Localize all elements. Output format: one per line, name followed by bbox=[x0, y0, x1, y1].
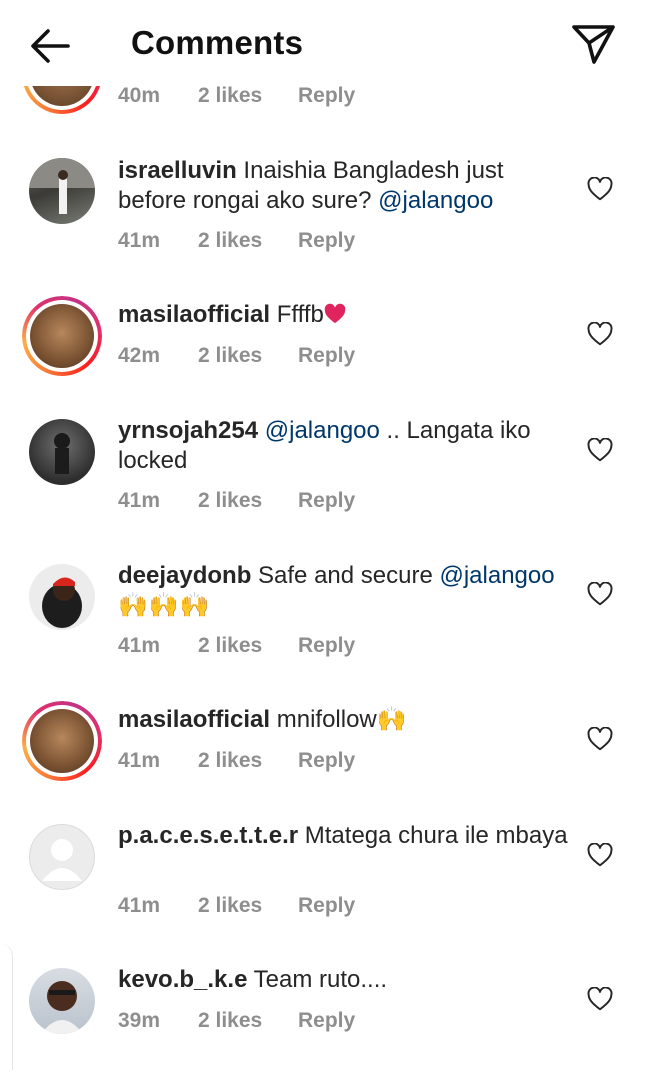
reply-button[interactable]: Reply bbox=[298, 1009, 355, 1033]
comment-meta: 41m 2 likes Reply bbox=[118, 894, 355, 918]
heart-icon[interactable] bbox=[587, 438, 613, 462]
reply-button[interactable]: Reply bbox=[298, 84, 355, 108]
comment-text: kevo.b_.k.e Team ruto.... bbox=[118, 965, 578, 995]
page-title: Comments bbox=[131, 24, 304, 61]
comment-text: masilaofficial Ffffb bbox=[118, 300, 578, 330]
comment-text: deejaydonb Safe and secure @jalangoo 🙌🙌🙌 bbox=[118, 561, 578, 621]
emoji-raised-hands: 🙌 bbox=[376, 706, 407, 733]
comment-body: Team ruto.... bbox=[247, 966, 388, 993]
comment-body: mnifollow bbox=[270, 706, 377, 733]
reply-button[interactable]: Reply bbox=[298, 489, 355, 513]
username-link[interactable]: kevo.b_.k.e bbox=[118, 966, 247, 993]
timestamp: 39m bbox=[118, 1009, 161, 1032]
reply-button[interactable]: Reply bbox=[298, 229, 355, 253]
arrow-left-icon[interactable] bbox=[26, 22, 74, 70]
heart-icon[interactable] bbox=[587, 843, 613, 867]
reply-button[interactable]: Reply bbox=[298, 344, 355, 368]
likes-count[interactable]: 2 likes bbox=[198, 84, 298, 108]
top-bar: Comments bbox=[0, 0, 651, 86]
likes-count[interactable]: 2 likes bbox=[198, 749, 298, 773]
username-link[interactable]: yrnsojah254 bbox=[118, 417, 258, 444]
heart-icon[interactable] bbox=[587, 582, 613, 606]
avatar[interactable] bbox=[29, 564, 95, 630]
avatar-photo bbox=[41, 981, 83, 1034]
edge-handle bbox=[0, 944, 13, 1070]
comment-body: Safe and secure bbox=[251, 562, 440, 589]
avatar[interactable] bbox=[29, 824, 95, 890]
emoji-raised-hands: 🙌🙌🙌 bbox=[118, 592, 211, 619]
comment-text: masilaofficial mnifollow🙌 bbox=[118, 705, 578, 735]
username-link[interactable]: deejaydonb bbox=[118, 562, 251, 589]
likes-count[interactable]: 2 likes bbox=[198, 344, 298, 368]
avatar[interactable] bbox=[29, 968, 95, 1034]
username-link[interactable]: p.a.c.e.s.e.t.t.e.r bbox=[118, 822, 298, 849]
likes-count[interactable]: 2 likes bbox=[198, 229, 298, 253]
comment-meta: 39m 2 likes Reply bbox=[118, 1009, 355, 1033]
comment-meta: 42m 2 likes Reply bbox=[118, 344, 355, 368]
username-link[interactable]: masilaofficial bbox=[118, 706, 270, 733]
default-avatar-icon bbox=[42, 839, 82, 881]
heart-icon[interactable] bbox=[587, 177, 613, 201]
comment-meta: 41m 2 likes Reply bbox=[118, 489, 355, 513]
reply-button[interactable]: Reply bbox=[298, 749, 355, 773]
mention-link[interactable]: @jalangoo bbox=[439, 562, 554, 589]
comment-text: p.a.c.e.s.e.t.t.e.r Mtatega chura ile mb… bbox=[118, 821, 578, 851]
username-link[interactable]: masilaofficial bbox=[118, 301, 270, 328]
timestamp: 42m bbox=[118, 344, 161, 367]
comment-meta: 40m 2 likes Reply bbox=[118, 84, 355, 108]
timestamp: 41m bbox=[118, 229, 161, 252]
avatar[interactable] bbox=[22, 701, 102, 781]
comment-text: yrnsojah254 @jalangoo .. Langata iko loc… bbox=[118, 416, 578, 476]
comment-text: israelluvin Inaishia Bangladesh just bef… bbox=[118, 156, 578, 216]
avatar[interactable] bbox=[29, 419, 95, 485]
reply-button[interactable]: Reply bbox=[298, 894, 355, 918]
heart-icon[interactable] bbox=[587, 987, 613, 1011]
timestamp: 41m bbox=[118, 749, 161, 772]
heart-icon[interactable] bbox=[587, 322, 613, 346]
red-heart-icon bbox=[324, 303, 346, 324]
timestamp: 40m bbox=[118, 84, 161, 107]
comments-list[interactable]: 40m 2 likes Reply israelluvin Inaishia Ban… bbox=[0, 0, 651, 1070]
mention-link[interactable]: @jalangoo bbox=[378, 187, 493, 214]
comment-body: Ffffb bbox=[270, 301, 324, 328]
likes-count[interactable]: 2 likes bbox=[198, 894, 298, 918]
avatar-photo bbox=[42, 577, 82, 628]
comment-body: Mtatega chura ile mbaya bbox=[298, 822, 568, 849]
avatar-photo bbox=[29, 158, 95, 214]
mention-link[interactable]: @jalangoo bbox=[265, 417, 380, 444]
heart-icon[interactable] bbox=[587, 727, 613, 751]
avatar-photo bbox=[54, 433, 70, 474]
comment-meta: 41m 2 likes Reply bbox=[118, 749, 355, 773]
reply-button[interactable]: Reply bbox=[298, 634, 355, 658]
avatar[interactable] bbox=[22, 296, 102, 376]
likes-count[interactable]: 2 likes bbox=[198, 1009, 298, 1033]
timestamp: 41m bbox=[118, 489, 161, 512]
avatar[interactable] bbox=[29, 158, 95, 224]
comment-meta: 41m 2 likes Reply bbox=[118, 229, 355, 253]
comment-meta: 41m 2 likes Reply bbox=[118, 634, 355, 658]
timestamp: 41m bbox=[118, 634, 161, 657]
username-link[interactable]: israelluvin bbox=[118, 157, 237, 184]
paper-plane-icon[interactable] bbox=[568, 18, 618, 68]
likes-count[interactable]: 2 likes bbox=[198, 634, 298, 658]
timestamp: 41m bbox=[118, 894, 161, 917]
likes-count[interactable]: 2 likes bbox=[198, 489, 298, 513]
